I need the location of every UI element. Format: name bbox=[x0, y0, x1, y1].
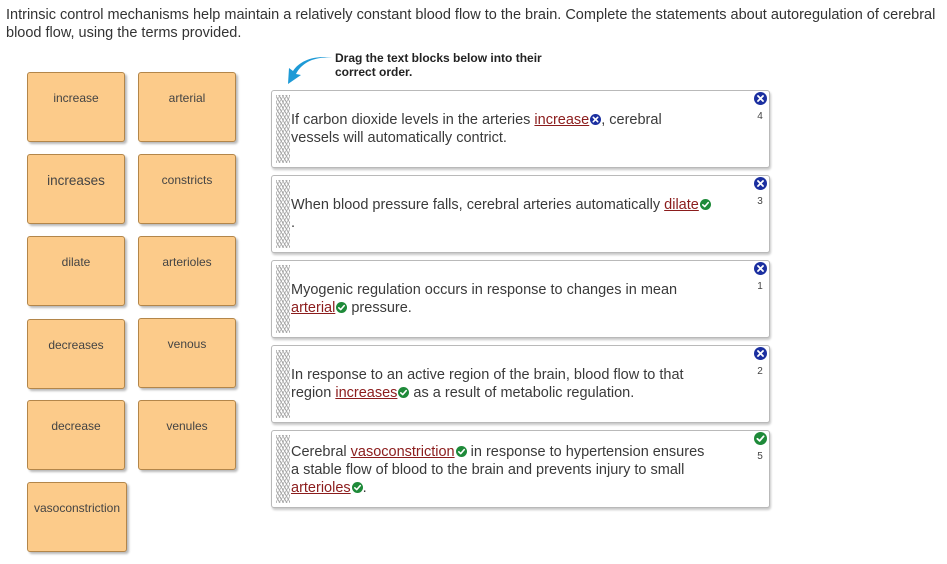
incorrect-icon bbox=[590, 113, 602, 125]
order-number: 2 bbox=[757, 366, 763, 377]
term-tile-arterial[interactable]: arterial bbox=[138, 72, 236, 142]
drag-handle-icon[interactable] bbox=[276, 180, 290, 248]
term-tile-decrease[interactable]: decrease bbox=[27, 400, 125, 470]
correct-icon bbox=[699, 198, 711, 210]
correct-icon bbox=[398, 386, 410, 398]
term-label: venous bbox=[167, 337, 207, 351]
correct-icon bbox=[455, 445, 467, 457]
order-status: 4 bbox=[750, 91, 770, 122]
blank-answer[interactable]: dilate bbox=[664, 197, 699, 213]
order-number: 1 bbox=[757, 281, 763, 292]
drag-handle-icon[interactable] bbox=[276, 265, 290, 333]
term-tile-increase[interactable]: increase bbox=[27, 72, 125, 142]
term-label: arterioles bbox=[162, 255, 212, 269]
order-status: 2 bbox=[750, 346, 770, 377]
statement-block-5[interactable]: Cerebral vasoconstriction in response to… bbox=[271, 430, 770, 508]
statement-block-2[interactable]: When blood pressure falls, cerebral arte… bbox=[271, 175, 770, 253]
incorrect-order-icon bbox=[754, 177, 767, 191]
term-tile-venules[interactable]: venules bbox=[138, 400, 236, 470]
statement-text: Myogenic regulation occurs in response t… bbox=[291, 282, 678, 316]
order-number: 5 bbox=[757, 451, 763, 462]
blank-answer[interactable]: arterioles bbox=[291, 480, 351, 496]
statement-block-4[interactable]: In response to an active region of the b… bbox=[271, 345, 770, 423]
incorrect-order-icon bbox=[754, 92, 767, 106]
statement-block-3[interactable]: Myogenic regulation occurs in response t… bbox=[271, 260, 770, 338]
statement-text: If carbon dioxide levels in the arteries… bbox=[291, 112, 662, 146]
order-number: 4 bbox=[757, 111, 763, 122]
statement-block-1[interactable]: If carbon dioxide levels in the arteries… bbox=[271, 90, 770, 168]
term-label: arterial bbox=[168, 91, 206, 105]
drag-hint-arrow-icon bbox=[288, 57, 332, 84]
statement-text: In response to an active region of the b… bbox=[291, 367, 684, 401]
term-tile-increases[interactable]: increases bbox=[27, 154, 125, 224]
term-label: increase bbox=[53, 91, 99, 105]
term-tile-venous[interactable]: venous bbox=[138, 318, 236, 388]
term-label: dilate bbox=[61, 255, 91, 269]
term-label: venules bbox=[166, 419, 208, 433]
term-label: vasoconstriction bbox=[33, 501, 121, 515]
order-number: 3 bbox=[757, 196, 763, 207]
drag-handle-icon[interactable] bbox=[276, 95, 290, 163]
term-label: constricts bbox=[161, 173, 213, 187]
incorrect-order-icon bbox=[754, 347, 767, 361]
correct-icon bbox=[336, 301, 348, 313]
instructions-text: Intrinsic control mechanisms help mainta… bbox=[6, 7, 936, 41]
statement-text: Cerebral vasoconstriction in response to… bbox=[291, 444, 705, 496]
term-tile-decreases[interactable]: decreases bbox=[27, 319, 125, 389]
term-label: decreases bbox=[48, 338, 104, 352]
blank-answer[interactable]: increase bbox=[534, 112, 589, 128]
drag-handle-icon[interactable] bbox=[276, 435, 290, 503]
order-status: 5 bbox=[750, 431, 770, 462]
correct-icon bbox=[351, 481, 363, 493]
order-status: 3 bbox=[750, 176, 770, 207]
term-tile-arterioles[interactable]: arterioles bbox=[138, 236, 236, 306]
term-tile-constricts[interactable]: constricts bbox=[138, 154, 236, 224]
statement-text: When blood pressure falls, cerebral arte… bbox=[291, 196, 711, 232]
term-tile-dilate[interactable]: dilate bbox=[27, 236, 125, 306]
drag-hint-text: Drag the text blocks below into their co… bbox=[335, 51, 542, 79]
term-label: increases bbox=[47, 172, 105, 188]
blank-answer[interactable]: vasoconstriction bbox=[351, 444, 455, 460]
blank-answer[interactable]: increases bbox=[335, 385, 397, 401]
term-tile-vasoconstriction[interactable]: vasoconstriction bbox=[27, 482, 127, 552]
blank-answer[interactable]: arterial bbox=[291, 300, 335, 316]
incorrect-order-icon bbox=[754, 262, 767, 276]
correct-order-icon bbox=[754, 432, 767, 446]
term-label: decrease bbox=[51, 419, 101, 433]
order-status: 1 bbox=[750, 261, 770, 292]
drag-handle-icon[interactable] bbox=[276, 350, 290, 418]
